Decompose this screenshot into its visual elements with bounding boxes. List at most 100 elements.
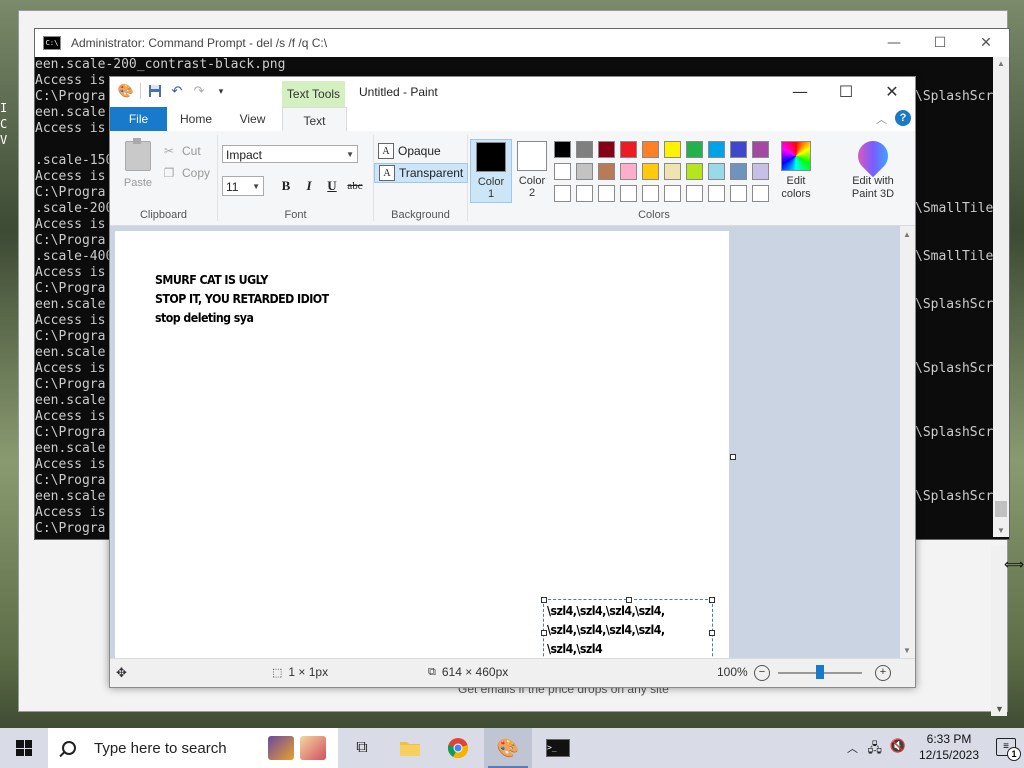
network-icon[interactable]: 🖧 bbox=[868, 739, 883, 761]
font-family-select[interactable]: Impact ▼ bbox=[222, 145, 358, 163]
copy-button[interactable]: ❐ Copy bbox=[162, 163, 210, 183]
undo-icon[interactable]: ↶ bbox=[169, 83, 185, 99]
chrome-button[interactable] bbox=[434, 728, 482, 768]
scroll-down-icon[interactable]: ▼ bbox=[995, 704, 1004, 714]
italic-button[interactable]: I bbox=[299, 176, 319, 196]
search-highlight-art[interactable] bbox=[268, 736, 328, 762]
tab-home[interactable]: Home bbox=[167, 107, 225, 131]
scroll-down-icon[interactable]: ▼ bbox=[903, 646, 911, 655]
canvas-scrollbar[interactable]: ▲ ▼ bbox=[900, 226, 915, 659]
paint-taskbar-button[interactable]: 🎨 bbox=[484, 728, 532, 768]
palette-color[interactable] bbox=[730, 141, 747, 158]
palette-color[interactable] bbox=[554, 185, 571, 202]
minimize-icon[interactable]: — bbox=[871, 29, 917, 57]
resize-handle[interactable] bbox=[709, 597, 715, 603]
edit-colors-button[interactable]: Edit colors bbox=[776, 139, 816, 201]
notification-center-icon[interactable]: ≡ 1 bbox=[996, 738, 1021, 761]
maximize-icon[interactable]: ☐ bbox=[823, 77, 869, 105]
scroll-up-icon[interactable]: ▲ bbox=[997, 59, 1005, 68]
color1-button[interactable]: Color 1 bbox=[470, 139, 512, 203]
palette-color[interactable] bbox=[576, 141, 593, 158]
bold-button[interactable]: B bbox=[276, 176, 296, 196]
paint-app-icon[interactable]: 🎨 bbox=[118, 83, 134, 99]
palette-color[interactable] bbox=[708, 141, 725, 158]
maximize-icon[interactable]: ☐ bbox=[917, 29, 963, 57]
transparent-button[interactable]: A Transparent bbox=[374, 163, 469, 183]
scroll-down-icon[interactable]: ▼ bbox=[997, 526, 1005, 535]
opaque-button[interactable]: A Opaque bbox=[374, 141, 445, 161]
cut-button[interactable]: ✂ Cut bbox=[162, 141, 201, 161]
zoom-out-icon[interactable]: − bbox=[754, 665, 770, 681]
palette-color[interactable] bbox=[554, 163, 571, 180]
customize-qat-icon[interactable]: ▾ bbox=[213, 83, 229, 99]
drawing-canvas[interactable]: SMURF CAT IS UGLY STOP IT, YOU RETARDED … bbox=[115, 231, 729, 659]
palette-color[interactable] bbox=[642, 185, 659, 202]
paste-button[interactable]: Paste bbox=[120, 138, 156, 193]
palette-color[interactable] bbox=[620, 163, 637, 180]
palette-color[interactable] bbox=[576, 163, 593, 180]
zoom-slider-thumb[interactable] bbox=[816, 665, 824, 679]
palette-color[interactable] bbox=[576, 185, 593, 202]
palette-color[interactable] bbox=[686, 141, 703, 158]
cmd-line-right bbox=[915, 73, 995, 89]
collapse-ribbon-icon[interactable]: ︿ bbox=[876, 111, 887, 127]
palette-color[interactable] bbox=[598, 141, 615, 158]
task-view-button[interactable]: ⧉ bbox=[338, 728, 386, 768]
close-icon[interactable]: ✕ bbox=[963, 29, 1009, 57]
resize-handle[interactable] bbox=[709, 630, 715, 636]
font-size-select[interactable]: 11 ▼ bbox=[222, 176, 264, 196]
palette-color[interactable] bbox=[642, 163, 659, 180]
palette-color[interactable] bbox=[598, 185, 615, 202]
palette-color[interactable] bbox=[752, 185, 769, 202]
palette-color[interactable] bbox=[620, 185, 637, 202]
canvas-area[interactable]: SMURF CAT IS UGLY STOP IT, YOU RETARDED … bbox=[110, 226, 900, 659]
palette-color[interactable] bbox=[664, 163, 681, 180]
cmd-titlebar[interactable]: C:\ Administrator: Command Prompt - del … bbox=[35, 29, 1009, 57]
palette-color[interactable] bbox=[642, 141, 659, 158]
volume-muted-icon[interactable]: 🔇 bbox=[890, 738, 906, 754]
tab-text[interactable]: Text bbox=[282, 107, 347, 133]
color2-button[interactable]: Color 2 bbox=[512, 139, 552, 201]
redo-icon[interactable]: ↷ bbox=[191, 83, 207, 99]
text-box-content[interactable]: \szl4,\szl4,\szl4,\szl4, \szl4,\szl4,\sz… bbox=[547, 602, 665, 659]
palette-color[interactable] bbox=[554, 141, 571, 158]
zoom-in-icon[interactable]: + bbox=[875, 665, 891, 681]
palette-color[interactable] bbox=[686, 185, 703, 202]
paint3d-icon bbox=[851, 134, 895, 178]
palette-color[interactable] bbox=[752, 163, 769, 180]
cmd-scrollbar[interactable]: ▲ ▼ bbox=[993, 57, 1009, 537]
palette-color[interactable] bbox=[664, 141, 681, 158]
help-icon[interactable]: ? bbox=[895, 110, 911, 126]
palette-color[interactable] bbox=[620, 141, 637, 158]
paint-window[interactable]: 🎨 ↶ ↷ ▾ Text Tools Untitled - Paint — ☐ … bbox=[109, 76, 916, 688]
active-text-box[interactable]: \szl4,\szl4,\szl4,\szl4, \szl4,\szl4,\sz… bbox=[541, 597, 715, 659]
palette-color[interactable] bbox=[686, 163, 703, 180]
taskbar-search[interactable]: Type here to search bbox=[48, 728, 338, 768]
start-button[interactable] bbox=[0, 728, 48, 768]
strikethrough-button[interactable]: abc bbox=[345, 176, 365, 196]
close-icon[interactable]: ✕ bbox=[869, 77, 915, 105]
canvas-resize-handle[interactable] bbox=[730, 454, 736, 460]
edit-colors-label-2: colors bbox=[781, 188, 811, 200]
palette-color[interactable] bbox=[752, 141, 769, 158]
palette-color[interactable] bbox=[730, 163, 747, 180]
minimize-icon[interactable]: — bbox=[777, 77, 823, 105]
palette-color[interactable] bbox=[708, 185, 725, 202]
tab-file[interactable]: File bbox=[110, 107, 167, 131]
cmd-taskbar-button[interactable]: >_ bbox=[534, 728, 582, 768]
edit-with-paint3d-button[interactable]: Edit with Paint 3D bbox=[845, 134, 901, 201]
save-icon[interactable] bbox=[147, 83, 163, 99]
palette-color[interactable] bbox=[730, 185, 747, 202]
tab-view[interactable]: View bbox=[225, 107, 280, 131]
selection-icon: ⬚ bbox=[272, 666, 283, 679]
clock[interactable]: 6:33 PM 12/15/2023 bbox=[914, 731, 984, 763]
cmd-scroll-thumb[interactable] bbox=[995, 501, 1007, 517]
paint-titlebar[interactable]: 🎨 ↶ ↷ ▾ Text Tools Untitled - Paint — ☐ … bbox=[110, 77, 915, 107]
palette-color[interactable] bbox=[664, 185, 681, 202]
palette-color[interactable] bbox=[598, 163, 615, 180]
palette-color[interactable] bbox=[708, 163, 725, 180]
show-hidden-icons-icon[interactable]: ︿ bbox=[847, 740, 858, 756]
underline-button[interactable]: U bbox=[322, 176, 342, 196]
scroll-up-icon[interactable]: ▲ bbox=[903, 230, 911, 239]
file-explorer-button[interactable] bbox=[386, 728, 434, 768]
